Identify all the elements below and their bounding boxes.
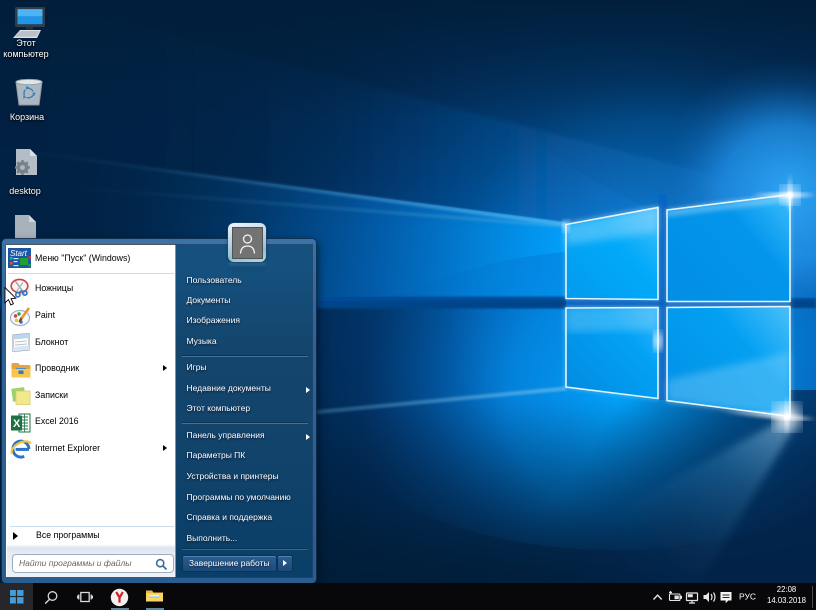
- svg-text:Start: Start: [10, 249, 28, 258]
- svg-text:РУС: РУС: [739, 592, 756, 602]
- svg-text:X: X: [13, 418, 21, 430]
